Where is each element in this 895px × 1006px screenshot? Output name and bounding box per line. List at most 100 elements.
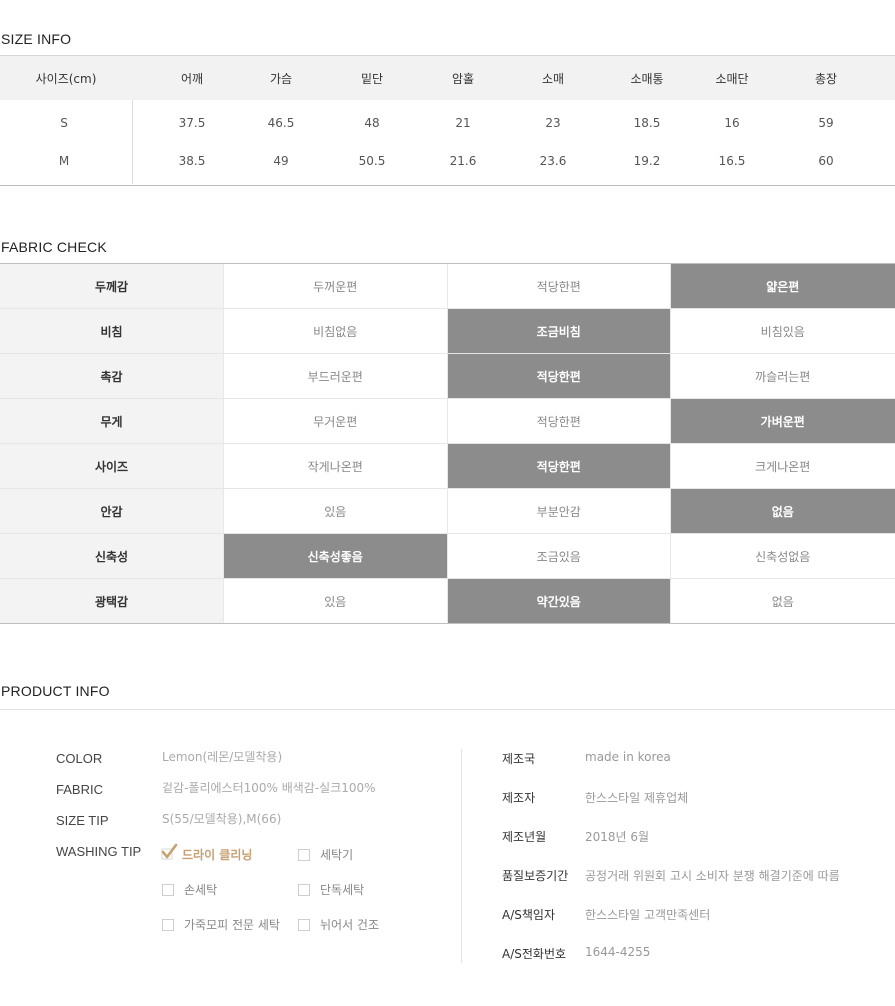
fabric-option: 비침없음	[224, 309, 448, 353]
fabric-option: 있음	[224, 489, 448, 533]
fabric-row-label: 촉감	[0, 354, 224, 398]
color-value: Lemon(레몬/모델착용)	[162, 750, 283, 764]
fabric-row-label: 광택감	[0, 579, 224, 623]
size-info-title: SIZE INFO	[1, 31, 72, 47]
fabric-option: 부분안감	[448, 489, 671, 533]
washing-option: 드라이 클리닝	[161, 843, 253, 863]
size-header-cell: 총장	[814, 72, 838, 86]
checkbox-icon	[162, 918, 174, 931]
size-value-cell: 18.5	[633, 116, 661, 130]
fabric-option: 까슬러는편	[755, 369, 811, 384]
fabric-option-selected: 약간있음	[447, 579, 671, 623]
fabric-option: 무거운편	[224, 399, 448, 443]
fabric-option: 적당한편	[448, 399, 671, 443]
washing-tip-label: WASHING TIP	[56, 844, 142, 859]
washing-option: 가죽모피 전문 세탁	[162, 916, 280, 933]
washing-option-label: 손세탁	[184, 883, 218, 897]
fabric-check-table: 두께감 두꺼운편 적당한편 얇은편 비침 비침없음 조금비침 비침있음 촉감 부드러운편 적당한편 까…	[0, 263, 895, 624]
size-value-cell: 59	[818, 116, 834, 130]
fabric-option-selected: 조금비침	[447, 309, 671, 353]
fabric-option: 비침있음	[760, 324, 805, 339]
fabric-option-selected: 가벼운편	[671, 399, 895, 443]
fabric-option: 적당한편	[448, 264, 671, 308]
fabric-row-label: 신축성	[0, 534, 224, 578]
fabric-option: 두꺼운편	[224, 264, 448, 308]
detail-label: A/S전화번호	[502, 947, 567, 961]
washing-option-label: 가죽모피 전문 세탁	[184, 918, 280, 932]
detail-value: 공정거래 위원회 고시 소비자 분쟁 해결기준에 따름	[585, 869, 840, 883]
washing-option-label: 단독세탁	[320, 883, 365, 897]
washing-option: 단독세탁	[298, 881, 364, 898]
washing-option-label: 드라이 클리닝	[182, 848, 253, 862]
size-value-cell: 23.6	[539, 154, 567, 168]
washing-option: 손세탁	[162, 881, 217, 898]
size-value-cell: 37.5	[178, 116, 206, 130]
fabric-option-selected: 적당한편	[447, 354, 671, 398]
size-info-table: 사이즈(cm) 어깨 가슴 밑단 암홀 소매 소매통 소매단 총장 S 37.5 46.5 48 21 23…	[0, 55, 895, 186]
size-value-cell: 23	[545, 116, 561, 130]
fabric-row: 비침 비침없음 조금비침 비침있음	[0, 309, 895, 354]
fabric-option: 신축성없음	[755, 549, 811, 564]
size-header-cell: 밑단	[360, 72, 384, 86]
fabric-row: 신축성 신축성좋음 조금있음 신축성없음	[0, 534, 895, 579]
fabric-row: 사이즈 작게나온편 적당한편 크게나온편	[0, 444, 895, 489]
detail-label: 제조년월	[502, 830, 547, 844]
detail-label: 품질보증기간	[502, 869, 569, 883]
checkbox-icon	[298, 918, 310, 931]
size-value-cell: 16	[724, 116, 740, 130]
detail-value: 2018년 6월	[585, 830, 650, 844]
size-header-cell: 암홀	[451, 72, 475, 86]
size-header-cell: 사이즈(cm)	[35, 72, 97, 86]
detail-value: 한스스타일 제휴업체	[585, 791, 689, 805]
size-value-cell: 50.5	[358, 154, 386, 168]
detail-label: 제조자	[502, 791, 536, 805]
color-label: COLOR	[56, 751, 103, 766]
fabric-row: 광택감 있음 약간있음 없음	[0, 579, 895, 623]
check-mark-icon	[161, 843, 178, 861]
washing-option: 뉘어서 건조	[298, 916, 379, 933]
fabric-row-label: 사이즈	[0, 444, 224, 488]
fabric-row: 무게 무거운편 적당한편 가벼운편	[0, 399, 895, 444]
size-value-cell: 16.5	[718, 154, 746, 168]
checkbox-icon	[298, 848, 310, 861]
washing-option: 세탁기	[298, 846, 353, 863]
fabric-row-label: 두께감	[0, 264, 224, 308]
size-header-cell: 소매	[541, 72, 565, 86]
size-value-cell: 21	[455, 116, 471, 130]
size-value-cell: 21.6	[449, 154, 477, 168]
size-header-cell: 가슴	[269, 72, 293, 86]
size-header-cell: 소매통	[630, 72, 664, 86]
size-tip-value: S(55/모델착용),M(66)	[162, 812, 282, 826]
detail-value: 1644-4255	[585, 945, 651, 959]
fabric-option: 부드러운편	[224, 354, 448, 398]
detail-label: A/S책임자	[502, 908, 555, 922]
size-value-cell: 46.5	[267, 116, 295, 130]
fabric-option: 없음	[771, 594, 794, 609]
size-value-cell: 38.5	[178, 154, 206, 168]
detail-value: 한스스타일 고객만족센터	[585, 908, 711, 922]
fabric-row-label: 비침	[0, 309, 224, 353]
size-header-cell: 어깨	[180, 72, 204, 86]
product-info-divider	[0, 709, 895, 710]
washing-option-label: 세탁기	[320, 848, 354, 862]
fabric-label: FABRIC	[56, 782, 103, 797]
fabric-option: 크게나온편	[755, 459, 811, 474]
fabric-check-title: FABRIC CHECK	[1, 239, 107, 255]
fabric-row: 안감 있음 부분안감 없음	[0, 489, 895, 534]
size-row-label: M	[58, 154, 70, 168]
checkbox-icon	[298, 883, 310, 896]
detail-label: 제조국	[502, 752, 536, 766]
fabric-value: 겉감-폴리에스터100% 배색감-실크100%	[162, 781, 376, 795]
fabric-row: 촉감 부드러운편 적당한편 까슬러는편	[0, 354, 895, 399]
fabric-option-selected: 없음	[671, 489, 895, 533]
size-value-cell: 49	[273, 154, 289, 168]
fabric-option-selected: 신축성좋음	[224, 534, 448, 578]
detail-value: made in korea	[585, 750, 671, 764]
product-info-vertical-divider	[461, 749, 462, 963]
fabric-option-selected: 얇은편	[671, 264, 895, 308]
size-row-label: S	[60, 116, 68, 130]
size-tip-label: SIZE TIP	[56, 813, 109, 828]
size-table-header	[0, 56, 895, 100]
fabric-option: 작게나온편	[224, 444, 448, 488]
checkbox-icon	[162, 883, 174, 896]
